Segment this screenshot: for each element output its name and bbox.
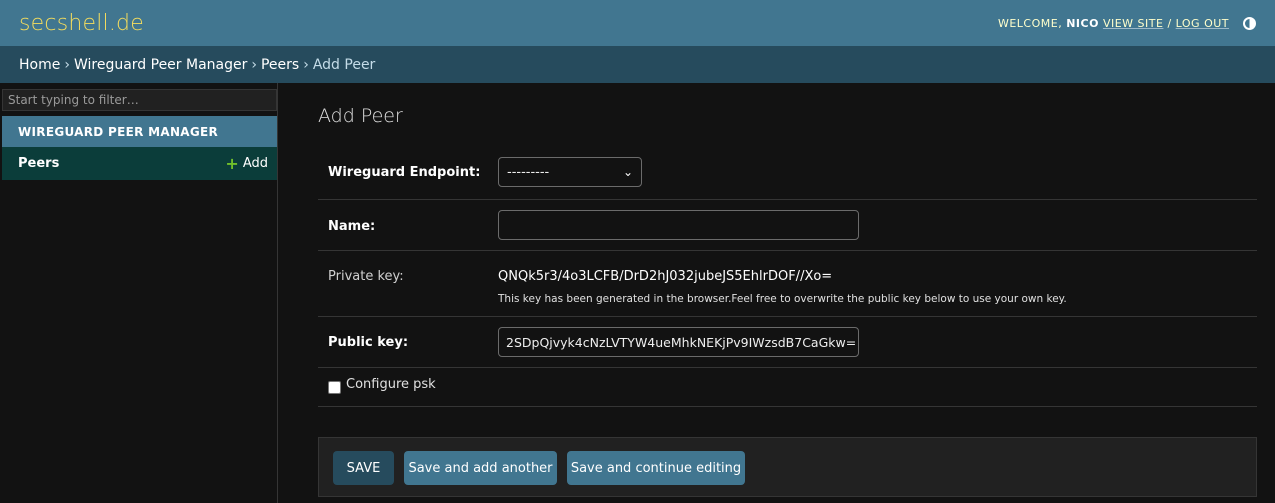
breadcrumb-model[interactable]: Peers (261, 57, 299, 73)
breadcrumb-current: Add Peer (312, 56, 376, 73)
main-content: Add Peer Wireguard Endpoint: --------- ⌄… (278, 83, 1275, 503)
name-input[interactable] (498, 210, 859, 240)
breadcrumb-separator: › (64, 56, 70, 73)
sidebar-add-peer-link[interactable]: + Add (225, 153, 268, 173)
user-name: NICO (1066, 16, 1099, 30)
breadcrumb-separator: › (303, 56, 309, 73)
welcome-text: WELCOME, (997, 16, 1063, 30)
public-key-input[interactable]: 2SDpQjvyk4cNzLVTYW4ueMhkNEKjPv9IWzsdB7Ca… (498, 327, 859, 357)
configure-psk-label[interactable]: Configure psk (346, 377, 436, 392)
form-row-name: Name: (318, 200, 1257, 251)
nav-sidebar: Wireguard Peer Manager Peers + Add (0, 83, 278, 503)
log-out-link[interactable]: LOG OUT (1176, 17, 1229, 30)
breadcrumb-home[interactable]: Home (19, 57, 60, 73)
theme-toggle-icon[interactable] (1243, 16, 1256, 30)
save-and-add-another-button[interactable]: Save and add another (404, 451, 557, 485)
sidebar-item-peers: Peers + Add (2, 147, 277, 180)
endpoint-selected-value: --------- (507, 164, 550, 180)
form-row-psk: Configure psk (318, 368, 1257, 407)
configure-psk-checkbox[interactable] (328, 381, 341, 394)
nav-filter-input[interactable] (2, 89, 277, 111)
save-button[interactable]: SAVE (333, 451, 394, 485)
header: secshell.de WELCOME, NICO VIEW SITE / LO… (0, 0, 1275, 46)
plus-icon: + (225, 153, 239, 173)
private-key-help: This key has been generated in the brows… (498, 293, 1067, 305)
name-label: Name: (328, 219, 376, 234)
breadcrumb: Home › Wireguard Peer Manager › Peers › … (0, 46, 1275, 83)
private-key-label: Private key: (328, 269, 404, 284)
sidebar-add-label: Add (242, 156, 268, 171)
save-and-continue-button[interactable]: Save and continue editing (567, 451, 745, 485)
breadcrumb-app[interactable]: Wireguard Peer Manager (74, 57, 247, 73)
chevron-down-icon: ⌄ (622, 165, 633, 179)
user-tools: WELCOME, NICO VIEW SITE / LOG OUT (997, 16, 1256, 30)
form-row-endpoint: Wireguard Endpoint: --------- ⌄ (318, 150, 1257, 200)
user-tools-separator: / (1167, 16, 1172, 30)
view-site-link[interactable]: VIEW SITE (1103, 17, 1164, 30)
public-key-label: Public key: (328, 335, 409, 350)
page-title: Add Peer (318, 105, 403, 127)
sidebar-app-caption[interactable]: Wireguard Peer Manager (2, 116, 277, 147)
submit-row: SAVE Save and add another Save and conti… (318, 437, 1257, 497)
sidebar-item-peers-link[interactable]: Peers (18, 156, 59, 171)
form-row-private-key: Private key: QNQk5r3/4o3LCFB/DrD2hJ032ju… (318, 251, 1257, 317)
form-row-public-key: Public key: 2SDpQjvyk4cNzLVTYW4ueMhkNEKj… (318, 317, 1257, 368)
breadcrumb-separator: › (251, 56, 257, 73)
endpoint-select[interactable]: --------- ⌄ (498, 157, 642, 187)
site-brand[interactable]: secshell.de (19, 11, 144, 36)
endpoint-label: Wireguard Endpoint: (328, 165, 481, 180)
private-key-value: QNQk5r3/4o3LCFB/DrD2hJ032jubeJS5EhlrDOF/… (498, 269, 833, 284)
